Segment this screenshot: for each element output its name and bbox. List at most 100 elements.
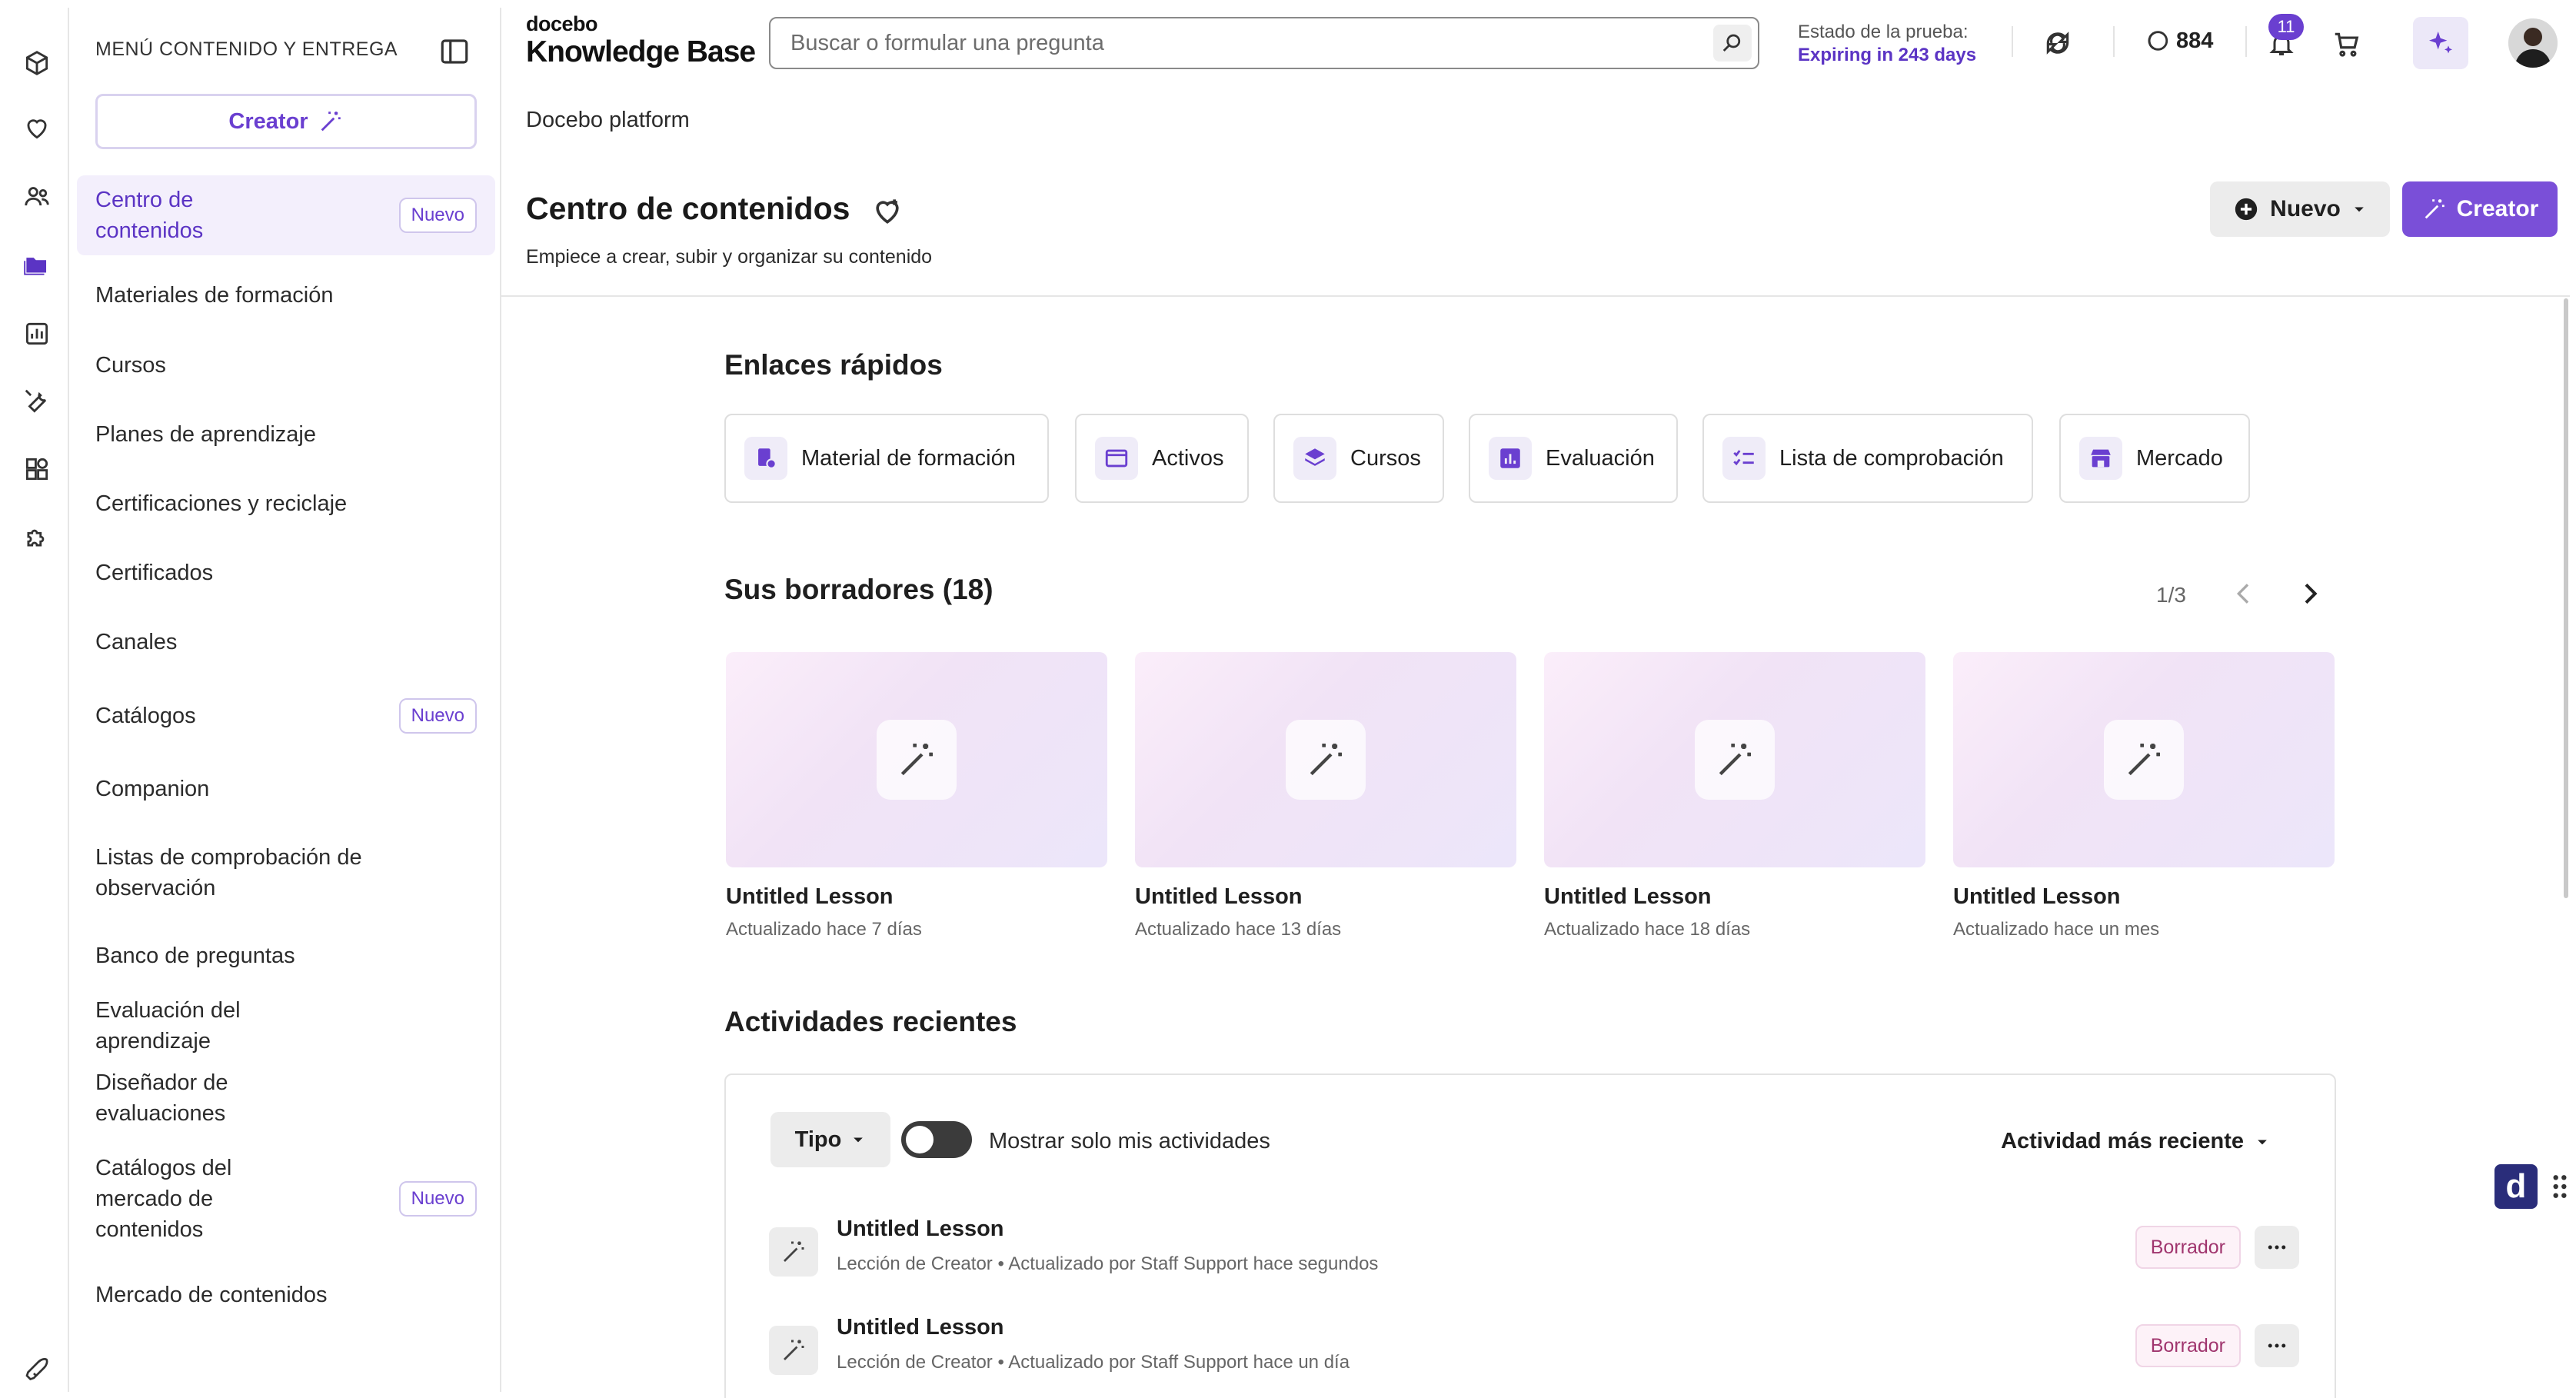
sidebar-item-planes[interactable]: Planes de aprendizaje (77, 400, 495, 469)
page-title: Centro de contenidos (526, 191, 850, 226)
docebo-widget-button[interactable]: d (2494, 1164, 2538, 1209)
magic-wand-icon (769, 1326, 818, 1375)
rail-integrations-button[interactable] (6, 508, 68, 566)
user-avatar[interactable] (2508, 18, 2558, 68)
rail-content-button[interactable] (6, 235, 68, 294)
only-my-activities-toggle[interactable] (901, 1121, 972, 1158)
search-button[interactable] (1713, 25, 1752, 62)
puzzle-icon (27, 529, 45, 547)
more-options-button[interactable] (2255, 1226, 2299, 1269)
rocket-icon[interactable] (25, 1357, 52, 1385)
sync-button[interactable] (2042, 28, 2073, 58)
sidebar-creator-button[interactable]: Creator (95, 94, 477, 149)
chevron-right-icon[interactable] (2295, 578, 2325, 609)
magic-wand-icon (321, 112, 341, 131)
sidebar-item-banco-preguntas[interactable]: Banco de preguntas (77, 923, 495, 989)
sidebar-item-label: Certificados (95, 561, 214, 585)
sidebar-item-listas-observacion[interactable]: Listas de comprobación de observación (77, 823, 495, 923)
new-content-button[interactable]: Nuevo (2210, 181, 2390, 237)
draft-card[interactable]: Untitled Lesson Actualizado hace 13 días (1135, 652, 1516, 940)
sparkles-icon (2429, 32, 2452, 54)
brand-wordmark[interactable]: docebo (526, 12, 598, 36)
quick-link-label: Mercado (2136, 445, 2223, 471)
rail-people-button[interactable] (6, 168, 68, 226)
draft-title: Untitled Lesson (1135, 884, 1303, 909)
sidebar-item-catalogos-mercado[interactable]: Catálogos del mercado de contenidos Nuev… (77, 1133, 495, 1264)
sidebar-item-label: Companion (95, 777, 210, 801)
toggle-label: Mostrar solo mis actividades (989, 1129, 1270, 1153)
rail-reports-button[interactable] (6, 305, 68, 363)
people-icon (25, 187, 49, 206)
sidebar-item-mercado-contenidos[interactable]: Mercado de contenidos (77, 1264, 495, 1326)
breadcrumb[interactable]: Docebo platform (526, 108, 690, 133)
rail-package-button[interactable] (6, 34, 68, 92)
quick-link-cursos[interactable]: Cursos (1273, 414, 1444, 503)
quick-link-evaluacion[interactable]: Evaluación (1469, 414, 1678, 503)
sidebar-item-evaluacion-aprendizaje[interactable]: Evaluación del aprendizaje (77, 989, 495, 1063)
collapse-sidebar-icon[interactable] (438, 35, 471, 68)
activity-title[interactable]: Untitled Lesson (837, 1315, 1004, 1340)
more-options-button[interactable] (2255, 1324, 2299, 1367)
type-filter-dropdown[interactable]: Tipo (770, 1112, 890, 1167)
quick-link-material[interactable]: Material de formación (724, 414, 1049, 503)
rail-heart-button[interactable] (6, 98, 68, 157)
wrench-icon (25, 389, 47, 413)
status-badge: Borrador (2135, 1324, 2241, 1367)
magic-wand-icon (769, 1227, 818, 1277)
sidebar-item-canales[interactable]: Canales (77, 607, 495, 677)
activity-title[interactable]: Untitled Lesson (837, 1217, 1004, 1242)
magic-wand-icon (2425, 199, 2445, 219)
activity-row[interactable]: Untitled Lesson Lección de Creator • Act… (769, 1217, 2299, 1290)
quick-link-lista-comprobacion[interactable]: Lista de comprobación (1702, 414, 2033, 503)
sidebar-item-certificados[interactable]: Certificados (77, 538, 495, 607)
activity-row[interactable]: Untitled Lesson Lección de Creator • Act… (769, 1315, 2299, 1389)
layers-icon (1293, 437, 1336, 480)
favorite-heart-icon[interactable] (870, 194, 904, 228)
draft-thumbnail (726, 652, 1107, 867)
draft-card[interactable]: Untitled Lesson Actualizado hace un mes (1953, 652, 2335, 940)
sidebar-item-disenador-evaluaciones[interactable]: Diseñador de evaluaciones (77, 1063, 495, 1133)
sidebar-item-label: Canales (95, 630, 178, 654)
trial-status-label: Estado de la prueba: (1798, 22, 1969, 42)
quick-link-mercado[interactable]: Mercado (2059, 414, 2250, 503)
sidebar-item-centro-de-contenidos[interactable]: Centro de contenidos Nuevo (77, 175, 495, 255)
sidebar-item-certificaciones[interactable]: Certificaciones y reciclaje (77, 469, 495, 538)
sidebar-item-cursos[interactable]: Cursos (77, 331, 495, 400)
magic-wand-icon (1286, 720, 1366, 800)
coins-counter[interactable]: 884 (2144, 28, 2213, 54)
package-icon (25, 51, 48, 75)
page-scrollbar[interactable] (2564, 298, 2568, 898)
quick-links-title: Enlaces rápidos (724, 349, 943, 381)
quick-link-label: Lista de comprobación (1779, 445, 2004, 471)
page-subtitle: Empiece a crear, subir y organizar su co… (526, 246, 933, 268)
new-content-label: Nuevo (2270, 196, 2341, 221)
folder-icon (24, 258, 47, 275)
ai-assistant-button[interactable] (2413, 17, 2468, 69)
sidebar-item-label: Diseñador de evaluaciones (95, 1070, 228, 1126)
rail-settings-button[interactable] (6, 372, 68, 431)
drag-handle-icon[interactable] (2551, 1173, 2568, 1200)
chevron-left-icon[interactable] (2228, 578, 2259, 609)
divider (2012, 26, 2013, 57)
sidebar-item-materiales[interactable]: Materiales de formación (77, 260, 495, 331)
training-material-icon (744, 437, 787, 480)
apps-icon (25, 458, 48, 481)
new-badge: Nuevo (398, 198, 477, 233)
brand-title[interactable]: Knowledge Base (526, 35, 756, 69)
more-horizontal-icon (2268, 1245, 2286, 1250)
rail-apps-button[interactable] (6, 440, 68, 498)
draft-card[interactable]: Untitled Lesson Actualizado hace 7 días (726, 652, 1107, 940)
trial-status-value[interactable]: Expiring in 243 days (1798, 45, 1976, 66)
cart-button[interactable] (2330, 28, 2362, 60)
sort-dropdown[interactable]: Actividad más reciente (2001, 1129, 2270, 1154)
draft-card[interactable]: Untitled Lesson Actualizado hace 18 días (1544, 652, 1925, 940)
divider (2113, 26, 2115, 57)
quick-link-activos[interactable]: Activos (1075, 414, 1249, 503)
sidebar-item-catalogos[interactable]: Catálogos Nuevo (77, 677, 495, 755)
sidebar-item-companion[interactable]: Companion (77, 755, 495, 823)
bar-chart-icon (1489, 437, 1532, 480)
store-icon (2079, 437, 2122, 480)
creator-button[interactable]: Creator (2402, 181, 2558, 237)
new-badge: Nuevo (398, 1181, 477, 1217)
search-input[interactable] (790, 28, 1682, 58)
